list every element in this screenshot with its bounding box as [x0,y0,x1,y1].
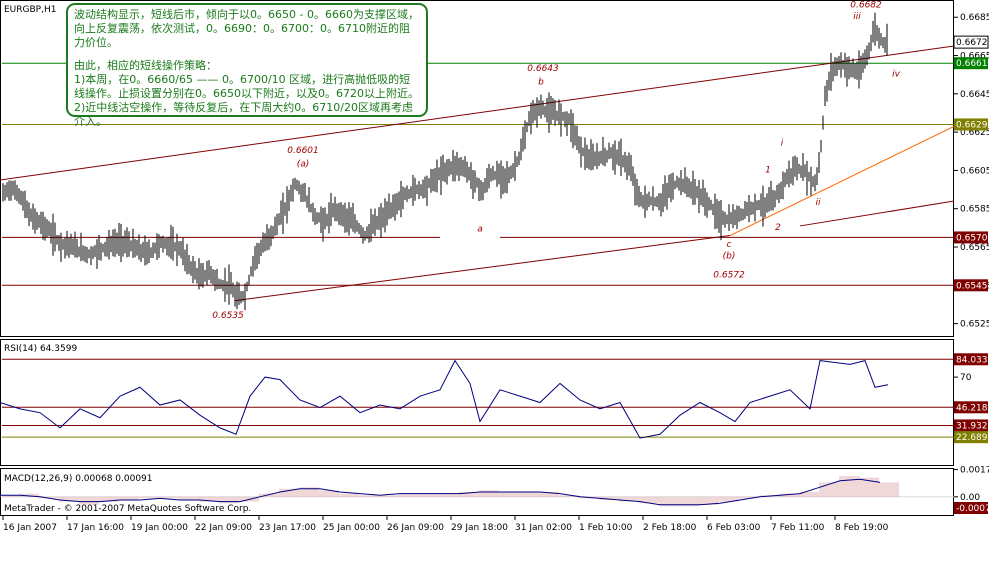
macd-axis-label-0: 0.0017 [960,466,989,476]
price-axis-label-8: 0.6525 [960,320,989,330]
rsi-axis-label-0: 70 [960,373,972,383]
wave-label-2: 0.6535 [212,311,244,321]
level-label-2: 0.6570 [956,233,988,243]
rsi-level-label-2: 31.9328 [956,421,989,431]
level-label-3: 0.6545 [956,281,988,291]
rsi-level-label-1: 46.2185 [956,403,989,413]
level-label-1: 0.6629 [956,120,988,130]
wave-label-11: ii [815,198,821,208]
x-axis-label-7: 29 Jan 18:00 [451,523,508,533]
x-axis-label-2: 19 Jan 00:00 [131,523,188,533]
x-axis-label-8: 31 Jan 02:00 [515,523,572,533]
wave-label-9: i [781,139,784,149]
wave-label-7: (b) [723,251,736,261]
rsi-level-label-0: 84.0336 [956,355,989,365]
x-axis-label-13: 8 Feb 19:00 [835,523,889,533]
rsi-label: RSI(14) 64.3599 [4,344,77,354]
price-axis-label-5: 0.6585 [960,205,989,215]
wave-label-8: 0.6572 [713,271,745,281]
x-axis-label-0: 16 Jan 2007 [3,523,57,533]
wave-label-10: 1 [765,165,771,175]
wave-label-14: iii [853,12,861,22]
wave-label-0: 0.6601 [287,146,319,156]
rsi-level-label-3: 22.6891 [956,433,989,443]
wave-label-15: iv [892,70,901,80]
note-para-1: 波动结构显示，短线后市，倾向于以0。6650 - 0。6660为支撑区域，向上反… [74,8,419,49]
price-axis-label-6: 0.6565 [960,243,989,253]
macd-label: MACD(12,26,9) 0.00068 0.00091 [4,474,153,484]
rsi-line [0,359,889,439]
note-para-2: 由此，相应的短线操作策略： [74,59,217,72]
lower-channel-ext-line [799,200,955,227]
x-axis-label-4: 23 Jan 17:00 [259,523,316,533]
wave-label-3: 0.6643 [527,64,559,74]
current-price-label: 0.6672 [956,38,988,48]
watermark: MetaTrader - © 2001-2007 MetaQuotes Soft… [4,504,251,514]
x-axis-label-9: 1 Feb 10:00 [579,523,633,533]
wave-label-6: c [727,240,732,250]
x-axis-label-6: 26 Jan 09:00 [387,523,444,533]
wave-label-4: b [538,77,544,87]
x-axis-label-11: 6 Feb 03:00 [707,523,761,533]
wave-label-12: 2 [775,223,781,233]
macd-level-label-0: -0.0007 [956,504,989,514]
analysis-note: 波动结构显示，短线后市，倾向于以0。6650 - 0。6660为支撑区域，向上反… [66,3,428,128]
chart-window: 0.6685 0.6665 0.6645 0.6625 0.6605 0.6585 0.65… [0,0,989,559]
wave-label-1: (a) [297,160,310,170]
price-axis-label-4: 0.6605 [960,166,989,176]
level-label-0: 0.6661 [956,59,988,69]
wave-label-13: 0.6682 [850,1,882,11]
note-para-3: 1)本周，在0。6660/65 —— 0。6700/10 区域，进行高抛低吸的短… [74,73,419,100]
x-axis-label-1: 17 Jan 16:00 [67,523,124,533]
price-axis-label-2: 0.6645 [960,90,989,100]
price-axis-label-0: 0.6685 [960,13,989,23]
lower-channel-line [234,235,731,302]
macd-axis-label-1: 0.00 [960,493,980,503]
x-axis-label-3: 22 Jan 09:00 [195,523,252,533]
wave-label-5: a [477,225,483,235]
note-para-4: 2)近中线沽空操作，等待反复后，在下周大约0。6710/20区域再考虑介入。 [74,101,413,128]
x-axis-label-12: 7 Feb 11:00 [771,523,825,533]
x-axis-label-5: 25 Jan 00:00 [323,523,380,533]
chart-title: EURGBP,H1 [4,5,56,15]
rsi-panel-frame [0,339,954,466]
x-axis-label-10: 2 Feb 18:00 [643,523,697,533]
